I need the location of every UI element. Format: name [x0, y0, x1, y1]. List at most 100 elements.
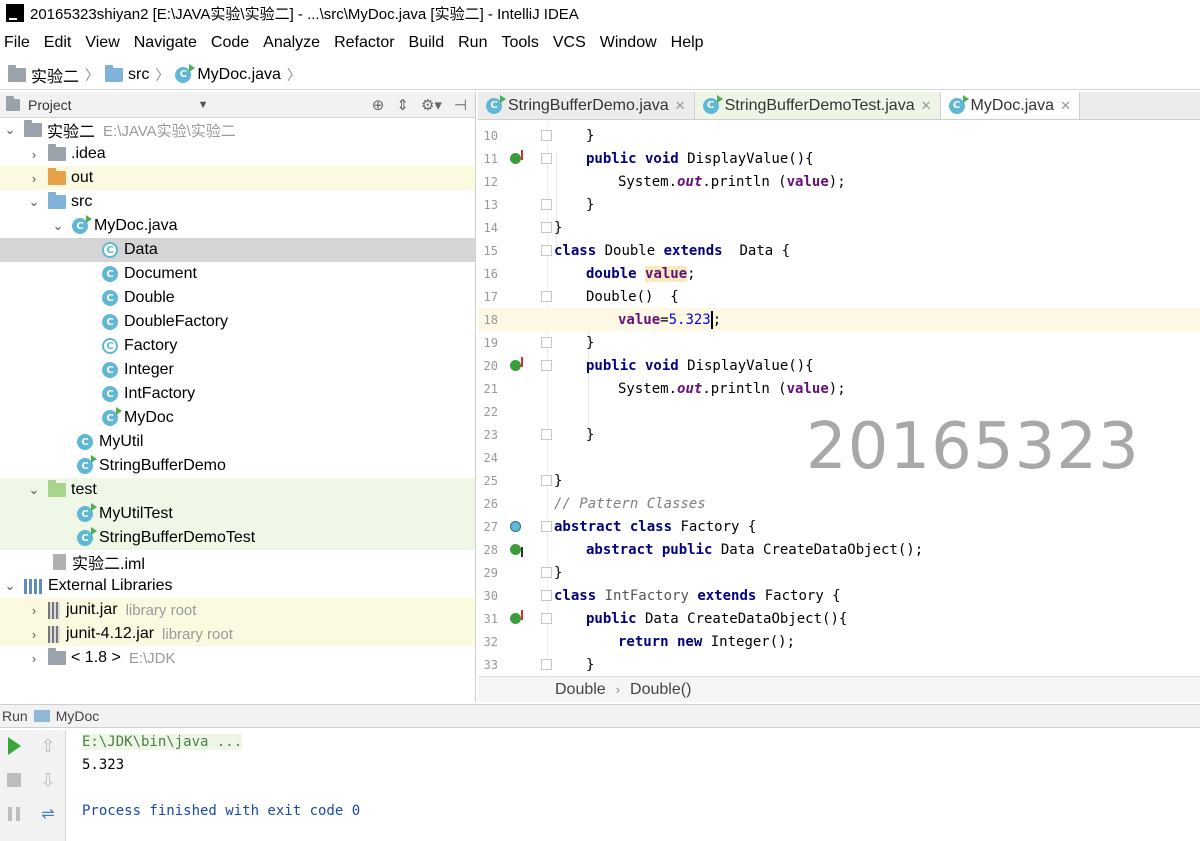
breadcrumb-method[interactable]: Double() — [630, 681, 691, 699]
tree-item-data[interactable]: C Data — [0, 238, 475, 262]
tree-item-mydoc-java[interactable]: ⌄ C MyDoc.java — [0, 214, 475, 238]
implements-gutter-icon[interactable] — [506, 357, 524, 375]
fold-marker-icon[interactable] — [541, 659, 552, 670]
project-view-selector[interactable]: Project — [28, 97, 72, 113]
nav-crumb-project[interactable]: 实验二 〉 — [8, 63, 99, 87]
nav-crumb-src[interactable]: src 〉 — [105, 64, 169, 85]
fold-marker-icon[interactable] — [541, 521, 552, 532]
tree-item-stringbufferdemo[interactable]: C StringBufferDemo — [0, 454, 475, 478]
fold-marker-icon[interactable] — [541, 245, 552, 256]
tree-item-idea[interactable]: › .idea — [0, 142, 475, 166]
scroll-down-button[interactable]: ⇩ — [36, 768, 60, 792]
fold-marker-icon[interactable] — [541, 360, 552, 371]
chevron-right-icon[interactable]: › — [26, 651, 42, 666]
tree-item-external-libraries[interactable]: ⌄ External Libraries — [0, 574, 475, 598]
close-icon[interactable]: ✕ — [675, 98, 686, 114]
fold-marker-icon[interactable] — [541, 590, 552, 601]
tree-item-doublefactory[interactable]: C DoubleFactory — [0, 310, 475, 334]
library-icon — [24, 578, 42, 594]
line-number: 21 — [483, 381, 498, 396]
chevron-right-icon[interactable]: › — [26, 603, 42, 618]
line-number: 19 — [483, 335, 498, 350]
menu-file[interactable]: File — [4, 34, 30, 52]
tree-item-factory[interactable]: C Factory — [0, 334, 475, 358]
code-editor[interactable]: 10 } 11 public void DisplayValue(){ 12 S… — [478, 122, 1200, 674]
tree-item-project-root[interactable]: ⌄ 实验二 E:\JAVA实验\实验二 — [0, 118, 475, 142]
tree-item-out[interactable]: › out — [0, 166, 475, 190]
dropdown-arrow-icon[interactable]: ▼ — [198, 99, 209, 111]
tree-item-document[interactable]: C Document — [0, 262, 475, 286]
run-tab-label[interactable]: Run — [2, 708, 28, 724]
chevron-down-icon[interactable]: ⌄ — [2, 578, 18, 594]
tree-item-mydoc-class[interactable]: C MyDoc — [0, 406, 475, 430]
menu-edit[interactable]: Edit — [44, 34, 72, 52]
run-console[interactable]: E:\JDK\bin\java ... 5.323 Process finish… — [66, 730, 1200, 841]
chevron-right-icon[interactable]: › — [26, 147, 42, 162]
menu-window[interactable]: Window — [600, 34, 657, 52]
line-number: 12 — [483, 174, 498, 189]
tree-item-myutiltest[interactable]: C MyUtilTest — [0, 502, 475, 526]
scroll-up-button[interactable]: ⇧ — [36, 734, 60, 758]
fold-marker-icon[interactable] — [541, 222, 552, 233]
tree-item-myutil[interactable]: C MyUtil — [0, 430, 475, 454]
breadcrumb-class[interactable]: Double — [555, 681, 606, 699]
soft-wrap-button[interactable]: ⇌ — [36, 802, 60, 826]
implements-gutter-icon[interactable] — [506, 610, 524, 628]
menu-help[interactable]: Help — [671, 34, 704, 52]
tree-item-test[interactable]: ⌄ test — [0, 478, 475, 502]
tree-item-jdk[interactable]: › < 1.8 > E:\JDK — [0, 646, 475, 670]
collapse-all-icon[interactable]: ⇕ — [396, 96, 409, 114]
rerun-button[interactable] — [2, 734, 26, 758]
implements-gutter-icon[interactable] — [506, 150, 524, 168]
menu-refactor[interactable]: Refactor — [334, 34, 394, 52]
tab-mydoc[interactable]: C MyDoc.java ✕ — [940, 92, 1080, 119]
menu-vcs[interactable]: VCS — [553, 34, 586, 52]
implemented-gutter-icon[interactable] — [506, 541, 524, 559]
chevron-down-icon[interactable]: ⌄ — [50, 218, 66, 234]
fold-marker-icon[interactable] — [541, 291, 552, 302]
fold-marker-icon[interactable] — [541, 199, 552, 210]
chevron-down-icon[interactable]: ⌄ — [2, 122, 18, 138]
tab-stringbufferdemotest[interactable]: C StringBufferDemoTest.java ✕ — [694, 92, 941, 119]
fold-marker-icon[interactable] — [541, 130, 552, 141]
tree-item-stringbufferdemotest[interactable]: C StringBufferDemoTest — [0, 526, 475, 550]
tree-item-double[interactable]: C Double — [0, 286, 475, 310]
menu-code[interactable]: Code — [211, 34, 249, 52]
tree-item-junit-jar[interactable]: › junit.jar library root — [0, 598, 475, 622]
chevron-right-icon[interactable]: › — [26, 171, 42, 186]
menu-build[interactable]: Build — [409, 34, 445, 52]
chevron-right-icon[interactable]: › — [26, 627, 42, 642]
pause-button[interactable] — [2, 802, 26, 826]
close-icon[interactable]: ✕ — [921, 98, 932, 114]
menu-navigate[interactable]: Navigate — [134, 34, 197, 52]
tab-stringbufferdemo[interactable]: C StringBufferDemo.java ✕ — [478, 92, 695, 119]
chevron-down-icon[interactable]: ⌄ — [26, 482, 42, 498]
close-icon[interactable]: ✕ — [1060, 98, 1071, 114]
nav-crumb-file[interactable]: C MyDoc.java 〉 — [175, 63, 301, 85]
tree-item-label: StringBufferDemo — [99, 457, 226, 474]
stop-button[interactable] — [2, 768, 26, 792]
chevron-down-icon[interactable]: ⌄ — [26, 194, 42, 210]
fold-marker-icon[interactable] — [541, 337, 552, 348]
hide-panel-icon[interactable]: ⊣ — [454, 96, 467, 114]
fold-marker-icon[interactable] — [541, 429, 552, 440]
fold-marker-icon[interactable] — [541, 567, 552, 578]
overridden-gutter-icon[interactable] — [506, 518, 524, 536]
menu-analyze[interactable]: Analyze — [263, 34, 320, 52]
tree-item-junit-4-12-jar[interactable]: › junit-4.12.jar library root — [0, 622, 475, 646]
run-config-name[interactable]: MyDoc — [56, 708, 100, 724]
fold-marker-icon[interactable] — [541, 475, 552, 486]
gear-icon[interactable]: ⚙▾ — [421, 96, 442, 114]
tree-item-src[interactable]: ⌄ src — [0, 190, 475, 214]
line-number: 13 — [483, 197, 498, 212]
menu-view[interactable]: View — [85, 34, 119, 52]
tree-item-integer[interactable]: C Integer — [0, 358, 475, 382]
fold-marker-icon[interactable] — [541, 613, 552, 624]
locate-icon[interactable]: ⊕ — [372, 96, 385, 114]
tree-item-iml[interactable]: 实验二.iml — [0, 550, 475, 574]
tree-item-intfactory[interactable]: C IntFactory — [0, 382, 475, 406]
fold-marker-icon[interactable] — [541, 153, 552, 164]
console-command-line[interactable]: E:\JDK\bin\java ... — [82, 734, 243, 750]
menu-run[interactable]: Run — [458, 34, 487, 52]
menu-tools[interactable]: Tools — [501, 34, 538, 52]
